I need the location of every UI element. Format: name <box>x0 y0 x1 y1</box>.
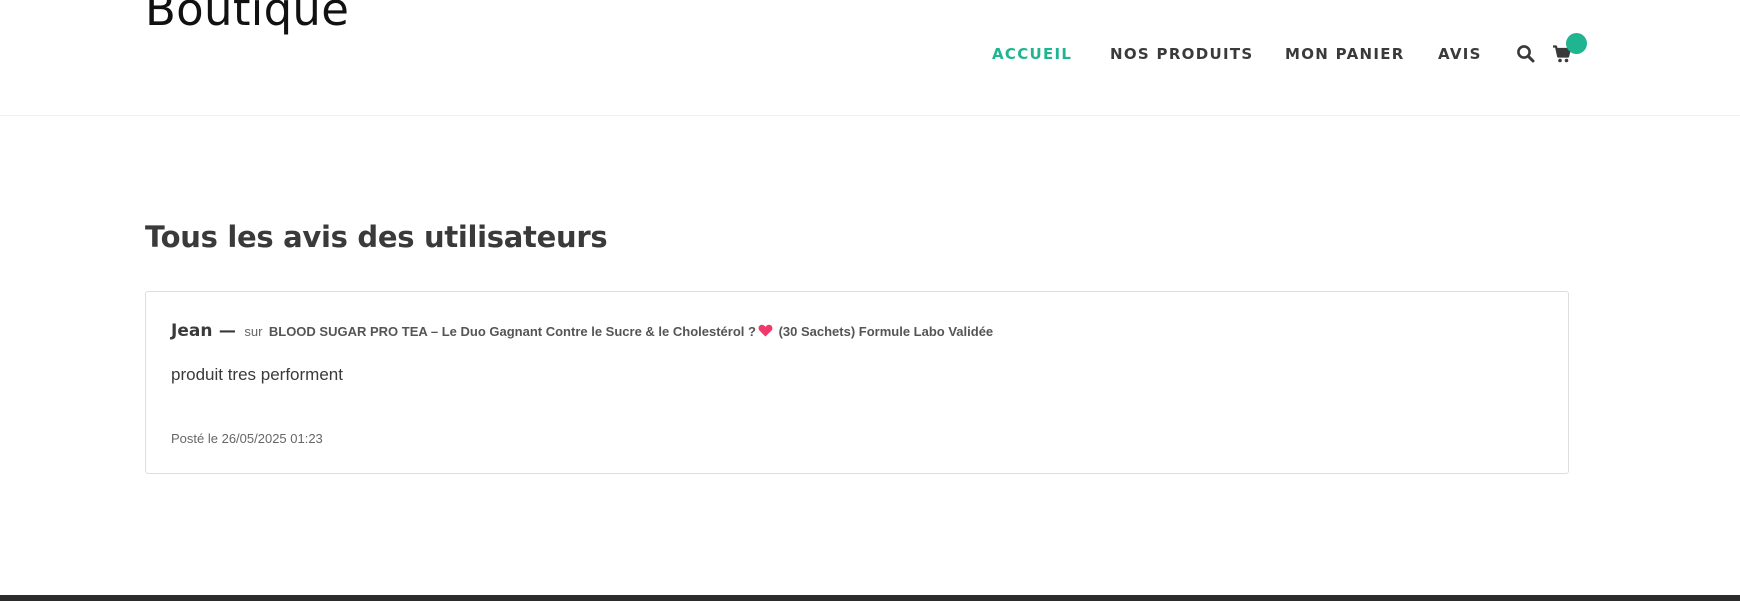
heart-icon <box>758 324 773 337</box>
search-icon <box>1517 45 1535 63</box>
review-date: Posté le 26/05/2025 01:23 <box>171 431 323 446</box>
page-title: Tous les avis des utilisateurs <box>145 220 608 254</box>
footer-bar <box>0 595 1740 601</box>
site-title[interactable]: Boutique <box>145 0 349 38</box>
nav-item-nos-produits[interactable]: NOS PRODUITS <box>1110 44 1253 64</box>
nav-item-avis[interactable]: AVIS <box>1438 44 1482 64</box>
review-author: Jean <box>171 321 213 341</box>
search-button[interactable] <box>1514 40 1538 64</box>
review-header: Jean — sur BLOOD SUGAR PRO TEA – Le Duo … <box>171 320 993 343</box>
cart-count-badge[interactable] <box>1566 33 1587 54</box>
nav-item-mon-panier[interactable]: MON PANIER <box>1285 44 1405 64</box>
product-name-part2: (30 Sachets) Formule Labo Validée <box>778 324 994 339</box>
review-on-label: sur <box>244 324 263 339</box>
review-card: Jean — sur BLOOD SUGAR PRO TEA – Le Duo … <box>145 291 1569 474</box>
product-name-part1: BLOOD SUGAR PRO TEA – Le Duo Gagnant Con… <box>268 324 756 339</box>
nav-item-accueil[interactable]: ACCUEIL <box>992 44 1072 64</box>
review-product-link[interactable]: BLOOD SUGAR PRO TEA – Le Duo Gagnant Con… <box>269 324 993 339</box>
site-header: Boutique ACCUEIL NOS PRODUITS MON PANIER… <box>0 0 1740 116</box>
author-separator: — <box>218 321 236 341</box>
review-text: produit tres performent <box>171 365 343 384</box>
